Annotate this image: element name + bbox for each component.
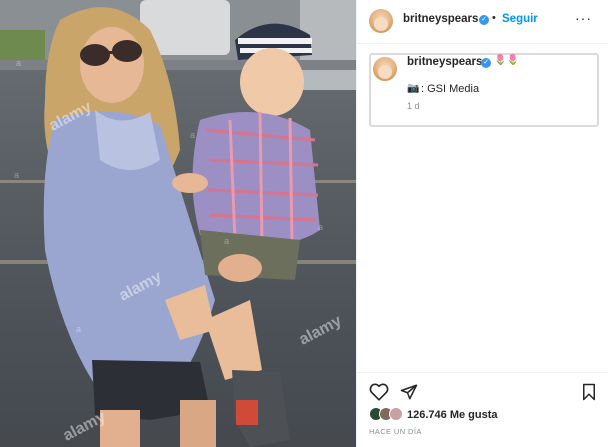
likes-count[interactable]: 126.746 Me gusta — [407, 409, 498, 421]
caption-username[interactable]: britneyspears — [407, 56, 482, 68]
watermark-letter: a — [224, 236, 230, 246]
post-header: britneyspears ✓ • Seguir ··· — [357, 0, 608, 44]
watermark-letter: a — [190, 130, 196, 140]
watermark-letter: a — [318, 222, 324, 232]
avatar — [389, 407, 403, 421]
tulip-emoji: 🌷🌷 — [494, 55, 519, 66]
caption-time[interactable]: 1 d — [407, 101, 420, 111]
post-photo[interactable]: alamy alamy alamy alamy a a a a a a — [0, 0, 356, 447]
caption-text: : GSI Media — [421, 83, 480, 95]
watermark-letter: a — [76, 324, 82, 334]
verified-badge-icon: ✓ — [479, 15, 489, 25]
paper-plane-icon[interactable] — [400, 383, 418, 406]
camera-icon: 📷 — [407, 83, 420, 94]
watermark-letter: a — [16, 58, 22, 68]
caption-box: britneyspears ✓ 🌷🌷 📷 : GSI Media 1 d — [369, 53, 599, 127]
bookmark-icon[interactable] — [581, 383, 597, 406]
watermark-letter: a — [14, 170, 20, 180]
heart-icon[interactable] — [369, 383, 389, 406]
more-options-icon[interactable]: ··· — [575, 10, 592, 26]
avatar[interactable] — [373, 57, 397, 81]
avatar[interactable] — [369, 9, 393, 33]
post-actions: 126.746 Me gusta HACE UN DÍA — [357, 372, 608, 447]
follow-button[interactable]: Seguir — [502, 13, 538, 25]
header-username[interactable]: britneyspears — [403, 13, 478, 25]
post-side-panel: britneyspears ✓ • Seguir ··· britneyspea… — [356, 0, 608, 447]
liked-by-avatars[interactable] — [369, 407, 403, 423]
post-date: HACE UN DÍA — [369, 427, 422, 436]
separator-dot: • — [492, 12, 496, 24]
photo-illustration — [0, 0, 356, 447]
verified-badge-icon: ✓ — [481, 58, 491, 68]
